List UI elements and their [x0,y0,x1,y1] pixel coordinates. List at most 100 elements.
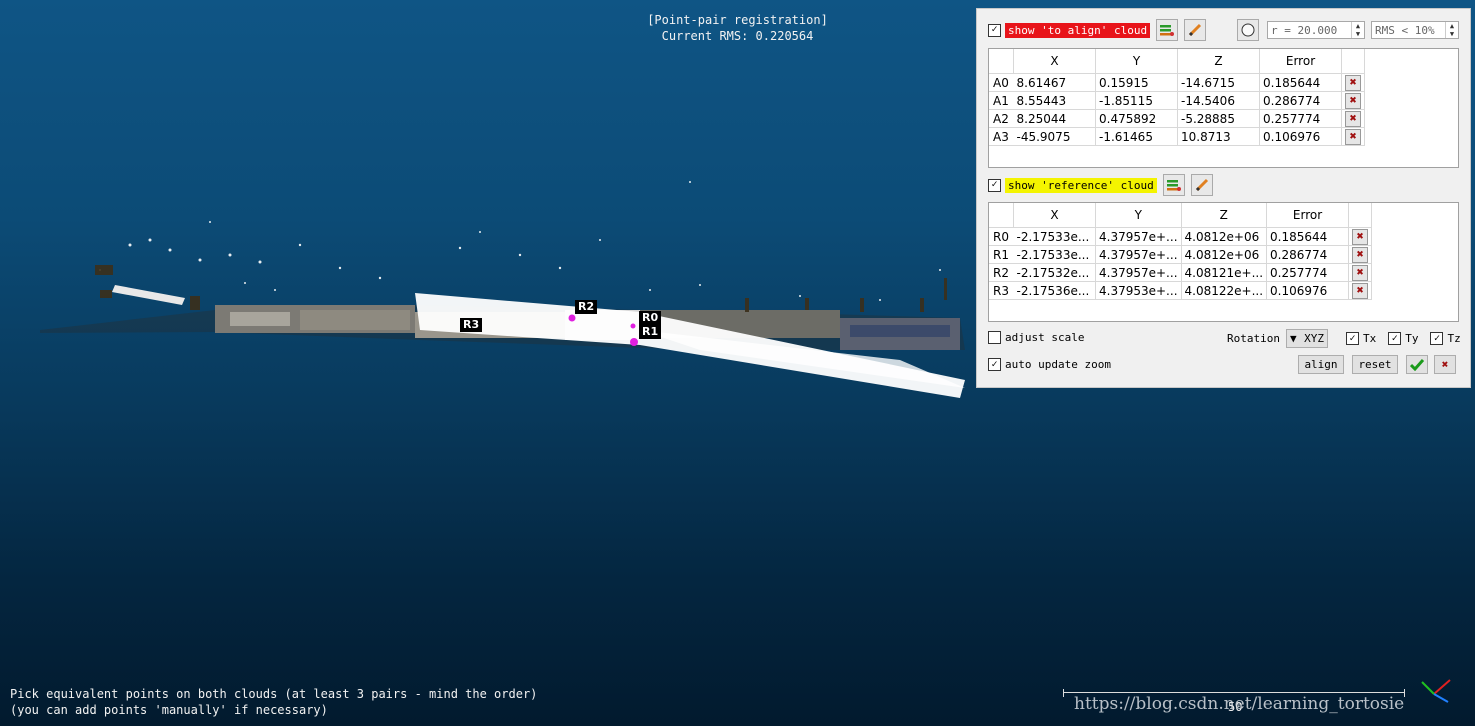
spin-arrows-icon[interactable]: ▲ ▼ [1445,22,1458,38]
delete-point-icon[interactable]: ✖ [1352,283,1369,299]
delete-point-icon[interactable]: ✖ [1345,75,1361,91]
cell-z[interactable]: -14.6715 [1177,73,1260,92]
ty-checkbox[interactable]: ✓ [1388,332,1402,345]
show-reference-label: show 'reference' cloud [1005,177,1157,193]
table-row[interactable]: R2 -2.17532e... 4.37957e+... 4.08121e+..… [989,263,1373,282]
auto-update-zoom-checkbox[interactable]: ✓ [988,358,1001,371]
column-header-x[interactable]: X [1013,203,1096,228]
to-align-layers-icon[interactable] [1156,19,1179,41]
delete-point-icon[interactable]: ✖ [1345,129,1361,145]
row-id: R2 [989,263,1014,282]
to-align-table[interactable]: X Y Z Error A0 8.61467 0.15915 -14.6715 … [988,48,1459,168]
row-id: A0 [989,73,1014,92]
cell-y[interactable]: 4.37957e+... [1095,263,1182,282]
confirm-checkmark-icon[interactable] [1406,355,1428,374]
column-header-error[interactable]: Error [1266,203,1350,228]
cell-error[interactable]: 0.286774 [1259,91,1342,110]
cell-error[interactable]: 0.257774 [1266,263,1350,282]
cell-x[interactable]: -2.17533e... [1013,245,1096,264]
delete-cell: ✖ [1348,245,1373,264]
cell-z[interactable]: -5.28885 [1177,109,1260,128]
cell-y[interactable]: 4.37957e+... [1095,227,1182,246]
cell-error[interactable]: 0.106976 [1259,127,1342,146]
to-align-edit-pencil-icon[interactable] [1184,19,1207,41]
show-to-align-checkbox[interactable]: ✓ [988,23,1001,37]
radius-spinbox[interactable]: r = 20.000 ▲ ▼ [1267,21,1365,39]
cell-z[interactable]: 4.0812e+06 [1181,245,1268,264]
delete-point-icon[interactable]: ✖ [1352,247,1369,263]
reference-edit-pencil-icon[interactable] [1190,174,1213,196]
column-header-error[interactable]: Error [1259,49,1342,74]
action-buttons: align reset ✖ [1298,355,1456,374]
cell-z[interactable]: 10.8713 [1177,127,1260,146]
cell-y[interactable]: 0.15915 [1095,73,1178,92]
table-row[interactable]: R1 -2.17533e... 4.37957e+... 4.0812e+06 … [989,245,1373,264]
cell-x[interactable]: -2.17536e... [1013,281,1096,300]
table-row[interactable]: R0 -2.17533e... 4.37957e+... 4.0812e+06 … [989,227,1373,246]
table-row[interactable]: A3 -45.9075 -1.61465 10.8713 0.106976 ✖ [989,127,1365,146]
table-row[interactable]: A0 8.61467 0.15915 -14.6715 0.185644 ✖ [989,73,1365,92]
cell-z[interactable]: 4.0812e+06 [1181,227,1268,246]
adjust-scale-checkbox[interactable] [988,331,1001,344]
cell-z[interactable]: 4.08122e+... [1181,281,1268,300]
cell-y[interactable]: 4.37953e+... [1095,281,1182,300]
column-header-delete [1341,49,1365,74]
instructions-text: Pick equivalent points on both clouds (a… [10,686,537,718]
hint-line-2: (you can add points 'manually' if necess… [10,703,328,717]
cell-error[interactable]: 0.257774 [1259,109,1342,128]
table-row[interactable]: A2 8.25044 0.475892 -5.28885 0.257774 ✖ [989,109,1365,128]
spin-arrows-icon[interactable]: ▲ ▼ [1351,22,1364,38]
cell-error[interactable]: 0.185644 [1259,73,1342,92]
delete-point-icon[interactable]: ✖ [1352,265,1369,281]
auto-update-zoom-option[interactable]: ✓ auto update zoom [988,358,1111,371]
cell-error[interactable]: 0.106976 [1266,281,1350,300]
column-header-z[interactable]: Z [1177,49,1260,74]
delete-cell: ✖ [1341,109,1365,128]
table-header-row: X Y Z Error [989,49,1365,74]
cell-y[interactable]: 4.37957e+... [1095,245,1182,264]
reference-layers-icon[interactable] [1162,174,1185,196]
point-label-r2: R2 [575,300,598,314]
column-header-y[interactable]: Y [1095,49,1178,74]
delete-point-icon[interactable]: ✖ [1352,229,1369,245]
tx-checkbox[interactable]: ✓ [1345,332,1359,345]
reset-button[interactable]: reset [1352,355,1398,374]
rms-filter-value: RMS < 10% [1375,23,1435,37]
column-header-x[interactable]: X [1013,49,1096,74]
cell-x[interactable]: -2.17532e... [1013,263,1096,282]
cancel-close-icon[interactable]: ✖ [1434,355,1456,374]
cell-error[interactable]: 0.286774 [1266,245,1350,264]
to-align-header: ✓ show 'to align' cloud [988,19,1207,41]
table-row[interactable]: R3 -2.17536e... 4.37953e+... 4.08122e+..… [989,281,1373,300]
adjust-scale-label: adjust scale [1005,331,1085,344]
cell-error[interactable]: 0.185644 [1266,227,1350,246]
cell-x[interactable]: 8.55443 [1013,91,1096,110]
sphere-radius-icon[interactable] [1237,19,1259,41]
rms-filter-combo[interactable]: RMS < 10% ▲ ▼ [1371,21,1459,39]
rotation-combo[interactable]: ▼ XYZ [1285,329,1328,348]
current-rms: Current RMS: 0.220564 [661,29,814,43]
cell-y[interactable]: -1.85115 [1095,91,1178,110]
show-reference-checkbox[interactable]: ✓ [988,178,1001,192]
reference-table[interactable]: X Y Z Error R0 -2.17533e... 4.37957e+...… [988,202,1459,322]
row-id: R3 [989,281,1014,300]
column-header-z[interactable]: Z [1181,203,1268,228]
align-button[interactable]: align [1298,355,1344,374]
dropdown-arrow-icon: ▼ [1289,332,1297,345]
cell-y[interactable]: 0.475892 [1095,109,1178,128]
adjust-scale-option[interactable]: adjust scale [988,331,1084,344]
cell-x[interactable]: -45.9075 [1013,127,1096,146]
cell-z[interactable]: -14.5406 [1177,91,1260,110]
cell-x[interactable]: -2.17533e... [1013,227,1096,246]
cell-z[interactable]: 4.08121e+... [1181,263,1268,282]
delete-cell: ✖ [1341,127,1365,146]
column-header-y[interactable]: Y [1095,203,1182,228]
cell-x[interactable]: 8.25044 [1013,109,1096,128]
delete-point-icon[interactable]: ✖ [1345,93,1361,109]
axes-trihedron-icon [1421,679,1451,703]
cell-x[interactable]: 8.61467 [1013,73,1096,92]
table-row[interactable]: A1 8.55443 -1.85115 -14.5406 0.286774 ✖ [989,91,1365,110]
tz-checkbox[interactable]: ✓ [1430,332,1444,345]
cell-y[interactable]: -1.61465 [1095,127,1178,146]
delete-point-icon[interactable]: ✖ [1345,111,1361,127]
